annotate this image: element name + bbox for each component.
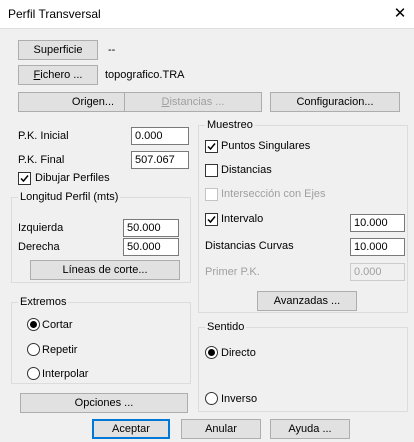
dibujar-perfiles-label: Dibujar Perfiles <box>35 172 110 184</box>
muestreo-legend: Muestreo <box>205 119 255 131</box>
intervalo-label: Intervalo <box>221 213 264 225</box>
derecha-input[interactable]: 50.000 <box>123 238 179 256</box>
sentido-legend: Sentido <box>205 321 247 333</box>
primer-pk-input[interactable]: 0.000 <box>350 263 405 281</box>
inverso-label: Inverso <box>221 393 258 405</box>
derecha-label: Derecha <box>18 241 60 253</box>
fichero-value: topografico.TRA <box>105 69 185 81</box>
directo-radio[interactable] <box>205 346 218 359</box>
pk-inicial-input[interactable]: 0.000 <box>131 127 189 145</box>
superficie-value: -- <box>108 44 116 56</box>
cortar-label: Cortar <box>42 319 73 331</box>
pk-inicial-label: P.K. Inicial <box>18 130 69 142</box>
extremos-legend: Extremos <box>18 296 69 308</box>
distancias-checkbox[interactable] <box>205 164 218 177</box>
checkmark-icon <box>207 216 216 224</box>
title-bar: Perfil Transversal ✕ <box>0 0 414 29</box>
ayuda-button[interactable]: Ayuda ... <box>270 419 350 439</box>
puntos-singulares-checkbox[interactable] <box>205 140 218 153</box>
anular-button[interactable]: Anular <box>181 419 261 439</box>
distancias-curvas-label: Distancias Curvas <box>205 240 294 252</box>
opciones-button[interactable]: Opciones ... <box>20 393 188 413</box>
radio-dot-icon <box>208 349 215 356</box>
directo-label: Directo <box>221 347 256 359</box>
distancias-button[interactable]: Distancias ... <box>124 92 262 112</box>
lineas-de-corte-button[interactable]: Líneas de corte... <box>30 260 180 280</box>
interseccion-ejes-label: Intersección con Ejes <box>221 188 326 200</box>
primer-pk-label: Primer P.K. <box>205 266 260 278</box>
aceptar-button[interactable]: Aceptar <box>92 419 170 439</box>
cortar-radio[interactable] <box>27 318 40 331</box>
intervalo-checkbox[interactable] <box>205 213 218 226</box>
intervalo-input[interactable]: 10.000 <box>350 214 405 232</box>
checkmark-icon <box>207 143 216 151</box>
checkmark-icon <box>20 175 29 183</box>
superficie-button[interactable]: Superficie <box>18 40 98 60</box>
close-icon[interactable]: ✕ <box>392 4 408 22</box>
repetir-label: Repetir <box>42 344 78 356</box>
pk-final-label: P.K. Final <box>18 154 65 166</box>
pk-final-input[interactable]: 507.067 <box>131 151 189 169</box>
interpolar-radio[interactable] <box>27 367 40 380</box>
fichero-button[interactable]: Fichero ... <box>18 65 98 85</box>
puntos-singulares-label: Puntos Singulares <box>221 140 311 152</box>
izquierda-label: Izquierda <box>18 222 64 234</box>
configuracion-button[interactable]: Configuracion... <box>270 92 400 112</box>
radio-dot-icon <box>30 321 37 328</box>
dibujar-perfiles-checkbox[interactable] <box>18 172 31 185</box>
window-title: Perfil Transversal <box>8 7 101 21</box>
avanzadas-button[interactable]: Avanzadas ... <box>257 291 357 311</box>
distancias-curvas-input[interactable]: 10.000 <box>350 238 405 256</box>
longitud-perfil-legend: Longitud Perfil (mts) <box>18 191 121 203</box>
interpolar-label: Interpolar <box>42 368 89 380</box>
distancias-label: Distancias <box>221 164 272 176</box>
inverso-radio[interactable] <box>205 392 218 405</box>
izquierda-input[interactable]: 50.000 <box>123 219 179 237</box>
interseccion-ejes-checkbox[interactable] <box>205 188 218 201</box>
repetir-radio[interactable] <box>27 343 40 356</box>
